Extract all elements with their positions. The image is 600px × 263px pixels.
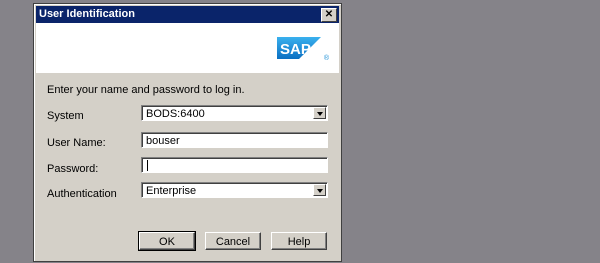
close-button[interactable]: ✕ [321,8,337,22]
authentication-select[interactable]: Enterprise [141,182,328,198]
ok-button[interactable]: OK [138,231,196,251]
cancel-button[interactable]: Cancel [205,232,261,250]
title-bar[interactable]: User Identification ✕ [36,6,339,23]
authentication-dropdown-arrow-icon[interactable] [313,184,326,196]
system-select[interactable]: BODS:6400 [141,105,328,121]
username-label: User Name: [47,137,106,149]
username-value: bouser [146,135,180,147]
sap-logo-text: SAP [280,41,311,58]
user-identification-dialog: User Identification ✕ SAP ® Enter your n… [33,3,342,262]
system-label: System [47,110,84,122]
window-title: User Identification [39,8,135,20]
registered-mark: ® [323,55,329,62]
system-value: BODS:6400 [146,108,205,120]
system-dropdown-arrow-icon[interactable] [313,107,326,119]
intro-text: Enter your name and password to log in. [47,84,245,96]
password-input[interactable] [141,157,328,173]
password-label: Password: [47,163,99,175]
authentication-label: Authentication [47,188,117,200]
banner: SAP ® [36,23,339,73]
username-input[interactable]: bouser [141,132,328,148]
authentication-value: Enterprise [146,185,197,197]
help-button[interactable]: Help [271,232,327,250]
text-cursor [147,160,148,171]
sap-logo: SAP [277,37,321,59]
